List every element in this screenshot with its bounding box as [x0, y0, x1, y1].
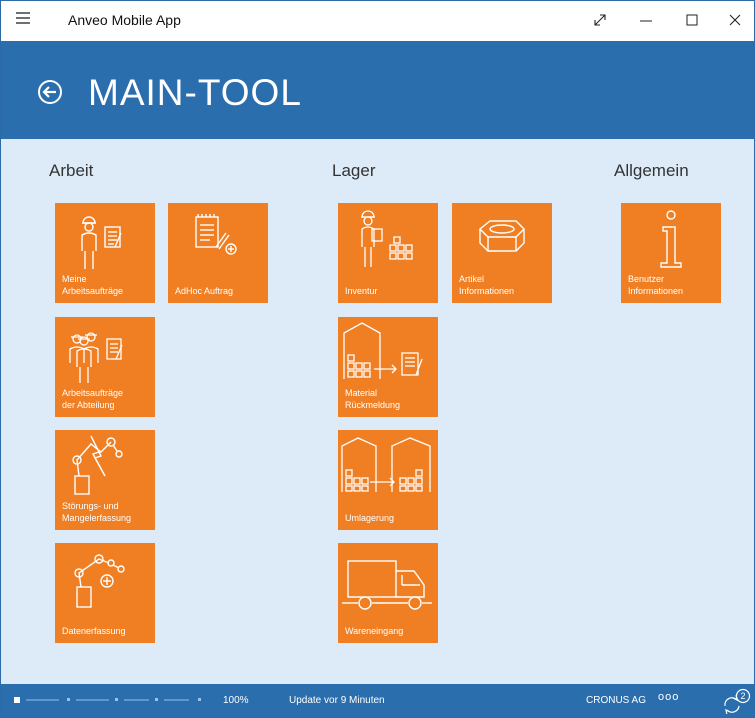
- tile-label: Störungs- und Mangelerfassung: [62, 501, 132, 523]
- page-header: MAIN-TOOL: [1, 41, 754, 139]
- tile-label: Meine Arbeitsaufträge: [62, 274, 124, 296]
- warehouse-document-icon: [343, 322, 423, 379]
- tile-label: Inventur: [345, 286, 378, 296]
- tile-stoerungs-mangelerfassung[interactable]: Störungs- und Mangelerfassung: [55, 430, 155, 530]
- tile-umlagerung[interactable]: Umlagerung: [338, 430, 438, 530]
- update-status: Update vor 9 Minuten: [289, 695, 385, 706]
- zoom-value: 100%: [223, 695, 249, 706]
- tile-label: Artikel Informationen: [459, 274, 515, 296]
- maximize-button[interactable]: [676, 7, 710, 35]
- tile-material-rueckmeldung[interactable]: Material Rückmeldung: [338, 317, 438, 417]
- robot-arm-add-icon: [74, 554, 125, 608]
- tile-meine-arbeitsauftraege[interactable]: Meine Arbeitsaufträge: [55, 203, 155, 303]
- sync-badge-count: 2: [740, 691, 745, 701]
- notepad-add-icon: [195, 214, 237, 255]
- info-icon: [660, 210, 682, 268]
- tile-benutzer-informationen[interactable]: Benutzer Informationen: [621, 203, 721, 303]
- group-title-lager: Lager: [332, 161, 376, 180]
- inventory-worker-icon: [361, 210, 413, 267]
- tile-adhoc-auftrag[interactable]: AdHoc Auftrag: [168, 203, 268, 303]
- tile-inventur[interactable]: Inventur: [338, 203, 438, 303]
- close-button[interactable]: [719, 7, 753, 35]
- warehouse-transfer-icon: [341, 437, 431, 492]
- page-title: MAIN-TOOL: [88, 72, 302, 113]
- maximize-icon: [686, 14, 698, 26]
- group-title-arbeit: Arbeit: [49, 161, 94, 180]
- app-title: Anveo Mobile App: [68, 12, 181, 28]
- company-name[interactable]: CRONUS AG: [586, 695, 646, 706]
- fullscreen-button[interactable]: [584, 7, 618, 35]
- truck-icon: [342, 560, 432, 610]
- tile-wareneingang[interactable]: Wareneingang: [338, 543, 438, 643]
- tile-datenerfassung[interactable]: Datenerfassung: [55, 543, 155, 643]
- close-icon: [729, 14, 741, 26]
- worker-document-icon: [81, 216, 122, 269]
- tile-label: Material Rückmeldung: [345, 388, 401, 410]
- tile-label: Wareneingang: [345, 626, 404, 636]
- tile-label: Benutzer Informationen: [628, 274, 684, 296]
- sync-icon: 2: [724, 688, 751, 716]
- tile-artikel-informationen[interactable]: Artikel Informationen: [452, 203, 552, 303]
- status-bar: 100% Update vor 9 Minuten CRONUS AG ooo …: [1, 684, 754, 717]
- zoom-slider[interactable]: [14, 694, 204, 706]
- hamburger-menu-icon[interactable]: [16, 11, 40, 31]
- tile-label: Umlagerung: [345, 513, 395, 523]
- back-button[interactable]: [36, 78, 64, 106]
- item-box-icon: [478, 220, 525, 252]
- expand-icon: [594, 14, 606, 26]
- tile-label: Datenerfassung: [62, 626, 126, 636]
- minimize-button[interactable]: [630, 7, 664, 35]
- app-window: Anveo Mobile App MAIN-TOOL Arbeit Lager …: [0, 0, 755, 718]
- team-document-icon: [69, 332, 123, 383]
- back-arrow-icon: [38, 80, 62, 104]
- sync-button[interactable]: 2: [719, 688, 751, 716]
- zoom-slider-thumb: [14, 697, 20, 703]
- robot-arm-fault-icon: [72, 435, 123, 495]
- title-bar: Anveo Mobile App: [1, 1, 754, 41]
- tile-label: Arbeitsaufträge der Abteilung: [62, 388, 124, 410]
- more-options-button[interactable]: ooo: [658, 691, 679, 703]
- minimize-icon: [640, 20, 652, 22]
- tile-label: AdHoc Auftrag: [175, 286, 234, 296]
- group-title-allgemein: Allgemein: [614, 161, 689, 180]
- tile-arbeitsauftraege-abteilung[interactable]: Arbeitsaufträge der Abteilung: [55, 317, 155, 417]
